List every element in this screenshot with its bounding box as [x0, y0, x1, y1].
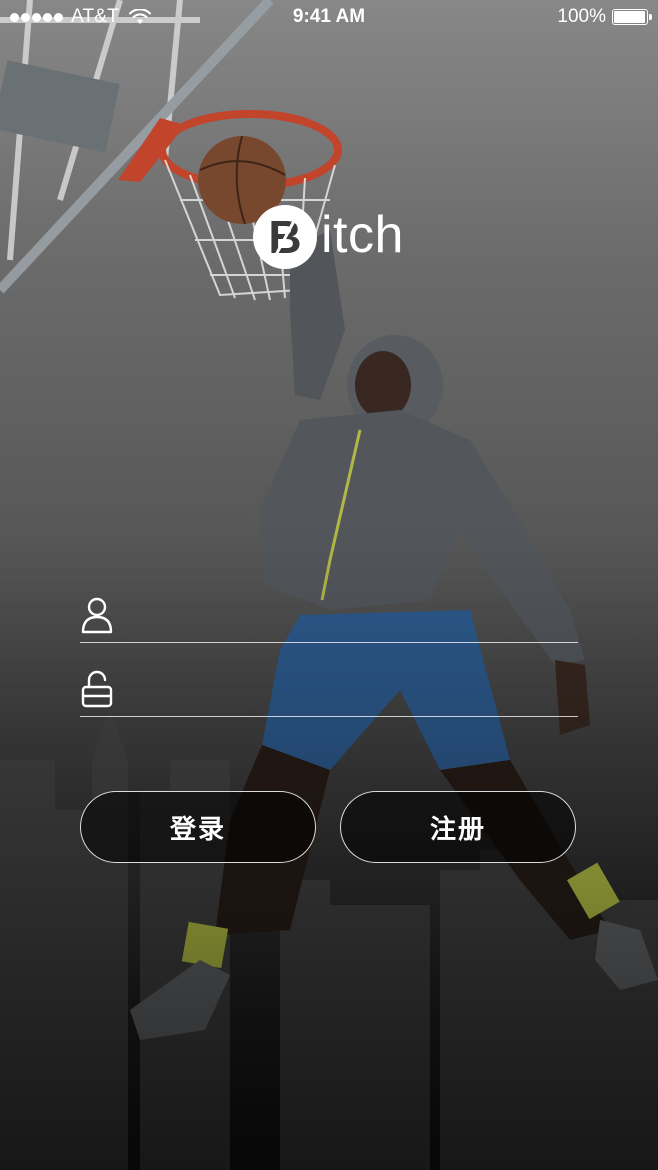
user-icon [81, 597, 113, 634]
login-screen: AT&T 9:41 AM 100% B itch [0, 0, 658, 1170]
password-field [80, 668, 578, 717]
app-logo: B itch [253, 205, 404, 269]
logo-badge: B [253, 205, 317, 269]
username-input[interactable] [130, 600, 574, 636]
logo-text: itch [321, 206, 404, 264]
background-overlay [0, 0, 658, 1170]
username-field [80, 594, 578, 643]
status-right: 100% [557, 6, 652, 28]
battery-level [614, 11, 645, 23]
unlock-icon [81, 670, 113, 708]
battery-percentage: 100% [557, 6, 606, 27]
status-bar: AT&T 9:41 AM 100% [0, 0, 658, 36]
password-input[interactable] [130, 674, 574, 710]
battery-icon [612, 9, 652, 25]
login-button[interactable]: 登录 [80, 791, 316, 863]
register-button[interactable]: 注册 [340, 791, 576, 863]
